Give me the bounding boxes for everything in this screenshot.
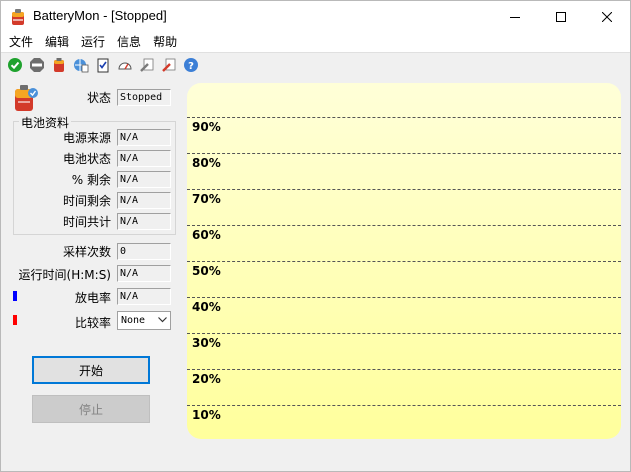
graph-gridline-label: 10% [192,408,221,422]
time-remaining-label: 时间剩余 [62,194,111,208]
toolbar-battery-button[interactable] [48,54,70,76]
window-title: BatteryMon - [Stopped] [33,8,167,23]
sample-count-label: 采样次数 [62,245,111,259]
toolbar-help-button[interactable]: ? [180,54,202,76]
battery-graph: 90% 80% 70% 60% 50% 40% 30% 20% 10% [187,83,621,439]
title-bar[interactable]: BatteryMon - [Stopped] [1,1,630,32]
percent-remaining-label: % 剩余 [71,173,111,187]
run-time-label: 运行时间(H:M:S) [18,268,111,282]
stop-icon [30,58,44,72]
svg-text:?: ? [188,61,194,72]
wrench-icon [140,58,154,72]
discharge-rate-field: N/A [117,288,171,305]
menu-file[interactable]: 文件 [3,32,39,52]
compare-rate-label: 比较率 [74,316,111,330]
status-field: Stopped [117,89,171,106]
discharge-rate-swatch [13,291,17,301]
graph-gridline [187,189,621,190]
menu-bar: 文件 编辑 运行 信息 帮助 [1,32,630,52]
tools-icon [162,58,176,72]
menu-separator [1,52,630,53]
check-icon [8,58,22,72]
maximize-button[interactable] [538,1,584,32]
minimize-button[interactable] [492,1,538,32]
graph-gridline [187,225,621,226]
graph-gridline-label: 40% [192,300,221,314]
toolbar-gauge-button[interactable] [114,54,136,76]
gauge-icon [118,62,132,70]
chevron-down-icon [158,317,167,323]
compare-rate-select[interactable]: None [117,311,171,330]
graph-gridline-label: 90% [192,120,221,134]
close-button[interactable] [584,1,630,32]
graph-gridline-label: 70% [192,192,221,206]
stop-button: 停止 [32,395,150,423]
compare-rate-swatch [13,315,17,325]
help-icon: ? [184,58,198,72]
menu-edit[interactable]: 编辑 [39,32,75,52]
sample-count-field: 0 [117,243,171,260]
power-source-field: N/A [117,129,171,146]
graph-gridline-label: 50% [192,264,221,278]
graph-gridline [187,117,621,118]
graph-gridline [187,405,621,406]
discharge-rate-label: 放电率 [74,291,111,305]
run-time-field: N/A [117,265,171,282]
graph-gridline [187,153,621,154]
graph-gridline-label: 60% [192,228,221,242]
clipboard-icon [97,58,109,73]
toolbar-options-button[interactable] [158,54,180,76]
power-source-label: 电源来源 [62,131,111,145]
battery-app-icon [12,9,24,25]
start-button[interactable]: 开始 [32,356,150,384]
graph-gridline [187,369,621,370]
graph-gridline-label: 80% [192,156,221,170]
toolbar-stop-button[interactable] [26,54,48,76]
minimize-icon [510,16,520,18]
close-icon [602,11,612,22]
time-total-label: 时间共计 [62,215,111,229]
battery-status-field: N/A [117,150,171,167]
time-remaining-field: N/A [117,192,171,209]
app-window: BatteryMon - [Stopped] 文件 编辑 运行 信息 帮助 ? … [0,0,631,472]
battery-icon [54,58,64,72]
graph-gridline [187,297,621,298]
menu-help[interactable]: 帮助 [147,32,183,52]
battery-status-icon [15,85,38,111]
toolbar-info-button[interactable] [70,54,92,76]
toolbar-log-button[interactable] [92,54,114,76]
status-label: 状态 [86,91,111,105]
graph-gridline [187,333,621,334]
toolbar: ? [1,54,630,76]
maximize-icon [556,11,566,22]
battery-status-label: 电池状态 [62,152,111,166]
menu-info[interactable]: 信息 [111,32,147,52]
compare-rate-value: None [121,315,146,326]
graph-gridline-label: 20% [192,372,221,386]
globe-info-icon [74,59,89,73]
toolbar-start-button[interactable] [4,54,26,76]
graph-gridline-label: 30% [192,336,221,350]
toolbar-settings-button[interactable] [136,54,158,76]
percent-remaining-field: N/A [117,171,171,188]
graph-gridline [187,261,621,262]
time-total-field: N/A [117,213,171,230]
menu-run[interactable]: 运行 [75,32,111,52]
